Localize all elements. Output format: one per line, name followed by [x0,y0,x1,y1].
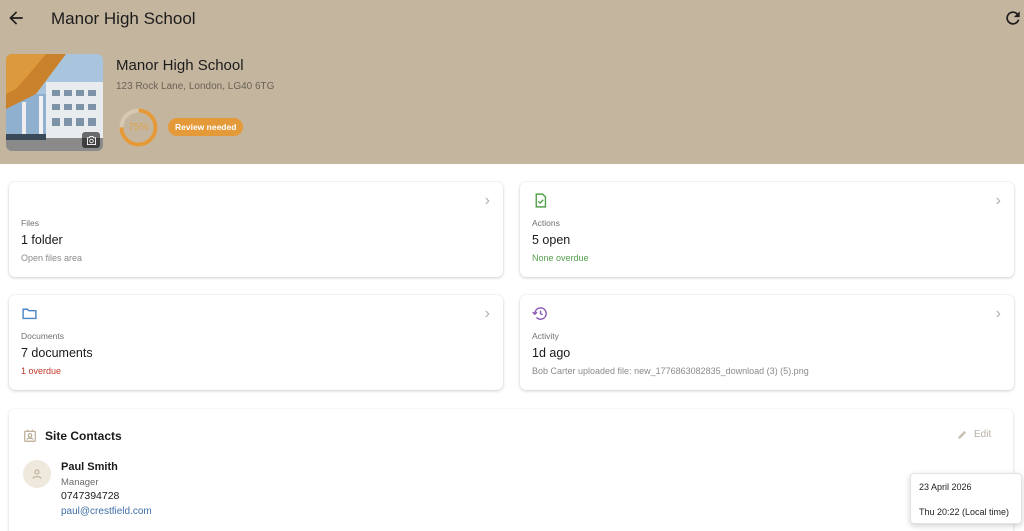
documents-subtext: 1 overdue [21,366,62,376]
contact-role: Manager [61,477,99,488]
chevron-right-icon: › [995,305,1001,322]
site-name: Manor High School [116,57,244,74]
site-photo[interactable] [6,54,103,151]
files-value: 1 folder [21,233,63,247]
app-bar-title: Manor High School [51,9,196,28]
site-header: Manor High School Manor High School 123 … [0,0,1024,164]
tooltip-date: 23 April 2026 [919,482,972,492]
pencil-icon [958,430,967,439]
activity-subtext: Bob Carter uploaded file: new_1776863082… [532,366,809,376]
refresh-icon[interactable] [1003,8,1023,28]
activity-card[interactable]: › Activity 1d ago Bob Carter uploaded fi… [520,295,1014,390]
edit-label: Edit [974,429,992,440]
documents-label: Documents [21,331,64,341]
files-subtext: Open files area [21,253,83,263]
site-contacts-card: Site Contacts Edit Paul Smith Manager 07… [9,409,1013,531]
actions-subtext: None overdue [532,253,589,263]
actions-value: 5 open [532,233,571,247]
chevron-right-icon: › [995,192,1001,209]
folder-icon [22,308,37,320]
avatar [23,460,51,488]
actions-label: Actions [532,218,560,228]
files-label: Files [21,218,39,228]
progress-percent-label: 75% [128,122,149,133]
documents-value: 7 documents [21,346,93,360]
activity-label: Activity [532,331,559,341]
contact-card-icon [24,429,36,442]
documents-card[interactable]: › Documents 7 documents 1 overdue [9,295,503,390]
activity-value: 1d ago [532,346,571,360]
chevron-right-icon: › [484,192,490,209]
edit-contacts-button[interactable]: Edit [957,429,991,440]
person-icon [32,469,42,479]
actions-card[interactable]: › Actions 5 open None overdue [520,182,1014,277]
status-badge: Review needed [168,118,244,136]
clipboard-check-icon [535,193,547,208]
files-card[interactable]: › Files 1 folder Open files area [9,182,503,277]
site-contacts-title: Site Contacts [45,429,122,443]
contact-name: Paul Smith [61,461,118,473]
contact-email-link[interactable]: paul@crestfield.com [61,506,152,517]
contact-phone[interactable]: 0747394728 [61,490,119,502]
history-icon [532,307,547,320]
back-arrow-icon[interactable] [6,8,26,28]
tooltip-time: Thu 20:22 (Local time) [919,507,1010,517]
datetime-tooltip: 23 April 2026 Thu 20:22 (Local time) [910,473,1022,524]
site-address: 123 Rock Lane, London, LG40 6TG [116,81,275,92]
chevron-right-icon: › [484,305,490,322]
camera-icon[interactable] [82,132,100,148]
